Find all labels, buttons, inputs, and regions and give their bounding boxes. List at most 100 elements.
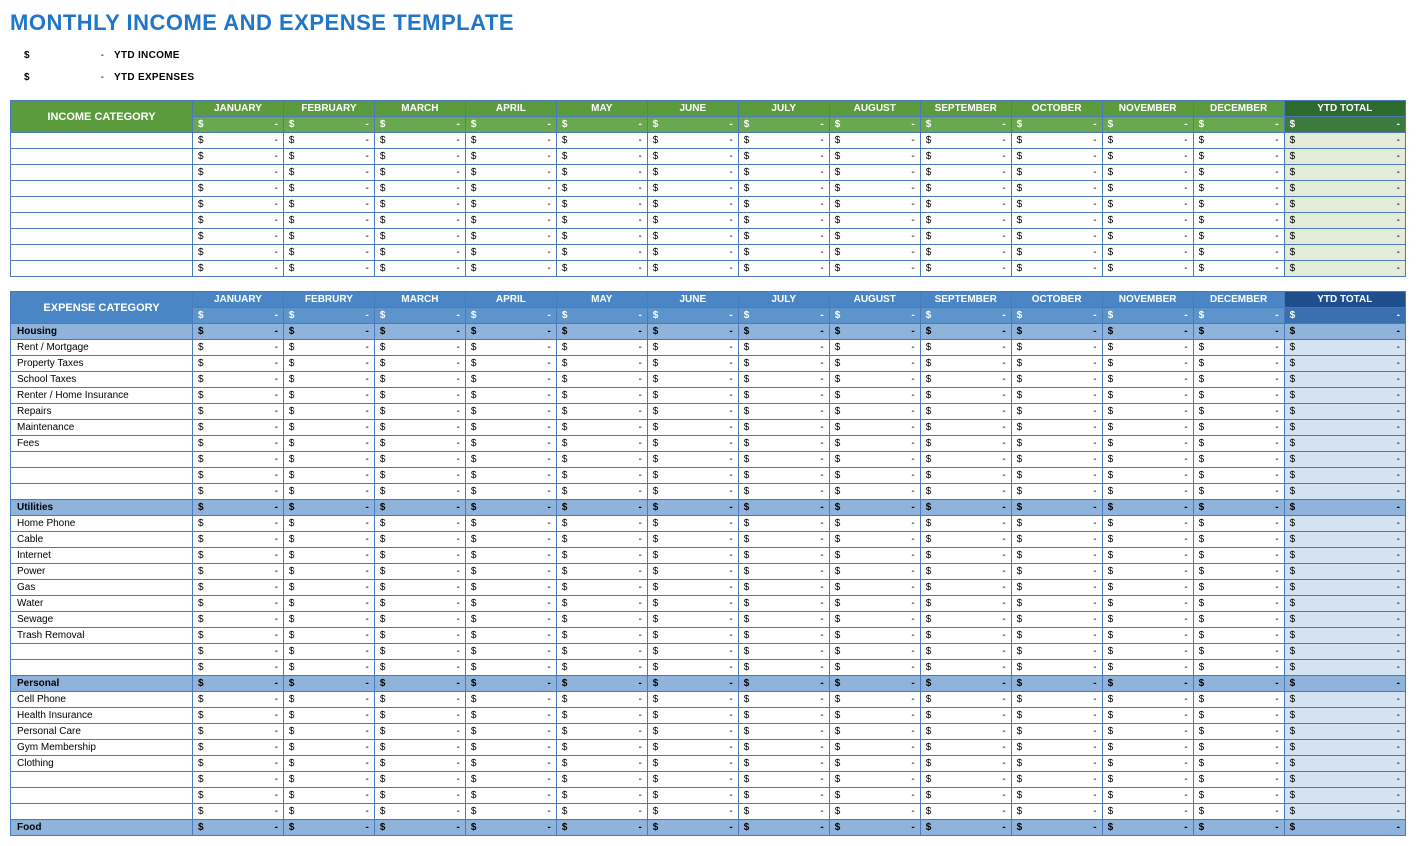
row-label[interactable]: Personal Care xyxy=(11,724,193,740)
money-cell[interactable]: $- xyxy=(1284,788,1405,804)
money-cell[interactable]: $- xyxy=(1284,181,1405,197)
money-cell[interactable]: $- xyxy=(829,420,920,436)
money-cell[interactable]: $- xyxy=(738,324,829,340)
money-cell[interactable]: $- xyxy=(1284,692,1405,708)
money-cell[interactable]: $- xyxy=(465,340,556,356)
money-cell[interactable]: $- xyxy=(647,772,738,788)
money-cell[interactable]: $- xyxy=(1284,660,1405,676)
money-cell[interactable]: $- xyxy=(556,772,647,788)
money-cell[interactable]: $- xyxy=(920,181,1011,197)
money-cell[interactable]: $- xyxy=(829,756,920,772)
row-label[interactable]: Renter / Home Insurance xyxy=(11,388,193,404)
money-cell[interactable]: $- xyxy=(1102,452,1193,468)
money-cell[interactable]: $- xyxy=(920,356,1011,372)
money-cell[interactable]: $- xyxy=(1193,724,1284,740)
money-cell[interactable]: $- xyxy=(1011,788,1102,804)
money-cell[interactable]: $- xyxy=(374,532,465,548)
money-cell[interactable]: $- xyxy=(1193,804,1284,820)
money-cell[interactable]: $- xyxy=(920,756,1011,772)
money-cell[interactable]: $- xyxy=(192,532,283,548)
money-cell[interactable]: $- xyxy=(829,532,920,548)
money-cell[interactable]: $- xyxy=(465,692,556,708)
money-cell[interactable]: $- xyxy=(465,372,556,388)
money-cell[interactable]: $- xyxy=(556,532,647,548)
money-cell[interactable]: $- xyxy=(738,404,829,420)
money-cell[interactable]: $- xyxy=(556,692,647,708)
money-cell[interactable]: $- xyxy=(556,452,647,468)
row-label[interactable]: Home Phone xyxy=(11,516,193,532)
money-cell[interactable]: $- xyxy=(1284,229,1405,245)
money-cell[interactable]: $- xyxy=(283,197,374,213)
money-cell[interactable]: $- xyxy=(920,468,1011,484)
money-cell[interactable]: $- xyxy=(1102,788,1193,804)
money-cell[interactable]: $- xyxy=(647,644,738,660)
money-cell[interactable]: $- xyxy=(465,468,556,484)
money-cell[interactable]: $- xyxy=(1102,644,1193,660)
money-cell[interactable]: $- xyxy=(1102,756,1193,772)
row-label[interactable] xyxy=(11,165,193,181)
money-cell[interactable]: $- xyxy=(829,708,920,724)
money-cell[interactable]: $- xyxy=(738,245,829,261)
money-cell[interactable]: $- xyxy=(192,692,283,708)
money-cell[interactable]: $- xyxy=(738,532,829,548)
money-cell[interactable]: $- xyxy=(283,612,374,628)
money-cell[interactable]: $- xyxy=(465,436,556,452)
money-cell[interactable]: $- xyxy=(374,708,465,724)
money-cell[interactable]: $- xyxy=(283,356,374,372)
money-cell[interactable]: $- xyxy=(1284,532,1405,548)
money-cell[interactable]: $- xyxy=(1011,644,1102,660)
money-cell[interactable]: $- xyxy=(647,420,738,436)
money-cell[interactable]: $- xyxy=(1193,372,1284,388)
row-label[interactable] xyxy=(11,644,193,660)
money-cell[interactable]: $- xyxy=(738,388,829,404)
money-cell[interactable]: $- xyxy=(647,548,738,564)
money-cell[interactable]: $- xyxy=(374,181,465,197)
money-cell[interactable]: $- xyxy=(738,261,829,277)
money-cell[interactable]: $- xyxy=(829,165,920,181)
money-cell[interactable]: $- xyxy=(829,468,920,484)
money-cell[interactable]: $- xyxy=(738,724,829,740)
money-cell[interactable]: $- xyxy=(283,165,374,181)
money-cell[interactable]: $- xyxy=(556,420,647,436)
money-cell[interactable]: $- xyxy=(1284,436,1405,452)
money-cell[interactable]: $- xyxy=(1011,245,1102,261)
money-cell[interactable]: $- xyxy=(192,772,283,788)
money-cell[interactable]: $- xyxy=(1011,516,1102,532)
money-cell[interactable]: $- xyxy=(1011,404,1102,420)
money-cell[interactable]: $- xyxy=(1284,724,1405,740)
money-cell[interactable]: $- xyxy=(556,724,647,740)
money-cell[interactable]: $- xyxy=(192,676,283,692)
money-cell[interactable]: $- xyxy=(1193,708,1284,724)
row-label[interactable] xyxy=(11,197,193,213)
money-cell[interactable]: $- xyxy=(738,133,829,149)
row-label[interactable]: Cell Phone xyxy=(11,692,193,708)
money-cell[interactable]: $- xyxy=(283,245,374,261)
money-cell[interactable]: $- xyxy=(192,804,283,820)
money-cell[interactable]: $- xyxy=(192,165,283,181)
money-cell[interactable]: $- xyxy=(556,756,647,772)
money-cell[interactable]: $- xyxy=(465,820,556,836)
money-cell[interactable]: $- xyxy=(192,404,283,420)
money-cell[interactable]: $- xyxy=(647,660,738,676)
money-cell[interactable]: $- xyxy=(1193,612,1284,628)
money-cell[interactable]: $- xyxy=(1284,356,1405,372)
money-cell[interactable]: $- xyxy=(1102,356,1193,372)
money-cell[interactable]: $- xyxy=(829,229,920,245)
money-cell[interactable]: $- xyxy=(1102,165,1193,181)
money-cell[interactable]: $- xyxy=(1193,229,1284,245)
money-cell[interactable]: $- xyxy=(556,229,647,245)
money-cell[interactable]: $- xyxy=(1193,452,1284,468)
money-cell[interactable]: $- xyxy=(374,724,465,740)
money-cell[interactable]: $- xyxy=(829,404,920,420)
money-cell[interactable]: $- xyxy=(1011,548,1102,564)
money-cell[interactable]: $- xyxy=(1011,740,1102,756)
money-cell[interactable]: $- xyxy=(920,165,1011,181)
money-cell[interactable]: $- xyxy=(647,388,738,404)
money-cell[interactable]: $- xyxy=(738,548,829,564)
money-cell[interactable]: $- xyxy=(283,548,374,564)
money-cell[interactable]: $- xyxy=(920,644,1011,660)
money-cell[interactable]: $- xyxy=(920,372,1011,388)
money-cell[interactable]: $- xyxy=(192,660,283,676)
money-cell[interactable]: $- xyxy=(829,484,920,500)
money-cell[interactable]: $- xyxy=(920,133,1011,149)
